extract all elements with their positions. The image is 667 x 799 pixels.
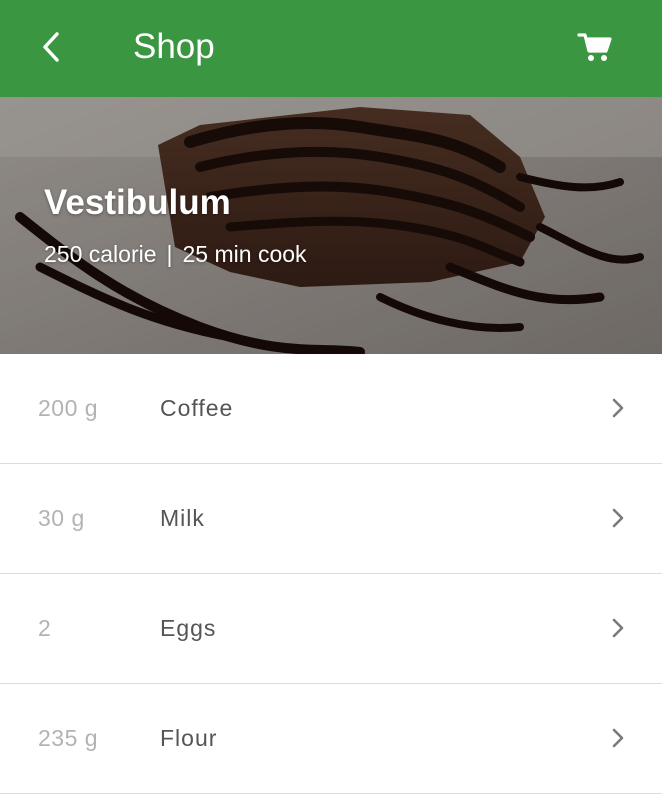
calories-text: 250 calorie (44, 241, 157, 267)
recipe-hero-image: Vestibulum 250 calorie | 25 min cook (0, 97, 662, 354)
chevron-right-icon (612, 728, 624, 748)
chevron-right-icon (612, 508, 624, 528)
page-title: Shop (133, 27, 215, 66)
recipe-meta: 250 calorie | 25 min cook (44, 239, 307, 269)
recipe-title: Vestibulum (44, 183, 231, 222)
cart-icon (577, 33, 612, 61)
meta-separator: | (166, 241, 173, 267)
ingredient-name: Coffee (160, 395, 234, 421)
ingredient-list: 200 g Coffee 30 g Milk 2 Eggs 235 g Flou… (0, 354, 662, 794)
chevron-left-icon (43, 32, 59, 62)
cart-button[interactable] (570, 22, 620, 72)
ingredient-qty: 235 g (38, 725, 99, 751)
app-bar: Shop (0, 0, 662, 97)
back-button[interactable] (26, 22, 76, 72)
ingredient-qty: 30 g (38, 505, 85, 531)
cook-time-text: 25 min cook (182, 241, 307, 267)
ingredient-name: Eggs (160, 615, 217, 641)
ingredient-qty: 2 (38, 615, 52, 641)
chevron-right-icon (612, 618, 624, 638)
ingredient-row-coffee[interactable]: 200 g Coffee (0, 354, 662, 464)
ingredient-row-eggs[interactable]: 2 Eggs (0, 574, 662, 684)
ingredient-name: Milk (160, 505, 205, 531)
ingredient-row-milk[interactable]: 30 g Milk (0, 464, 662, 574)
ingredient-name: Flour (160, 725, 218, 751)
ingredient-row-flour[interactable]: 235 g Flour (0, 684, 662, 794)
ingredient-qty: 200 g (38, 395, 99, 421)
recipe-screen: Shop Vestibulum 250 calorie | 25 min coo… (0, 0, 662, 799)
chevron-right-icon (612, 398, 624, 418)
